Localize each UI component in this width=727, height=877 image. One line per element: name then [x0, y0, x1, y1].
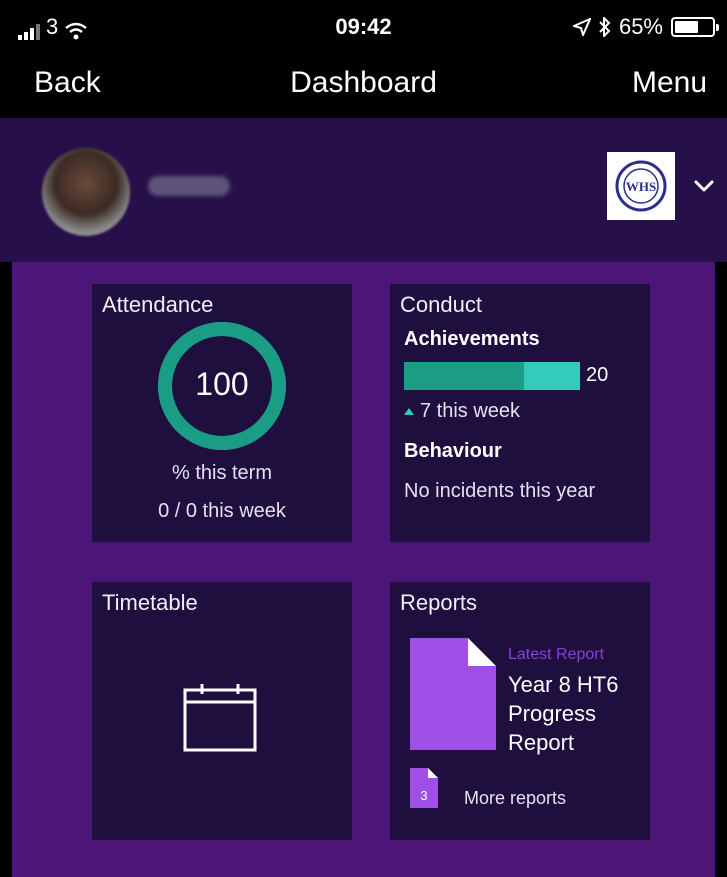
- latest-report-label: Latest Report: [508, 646, 605, 663]
- up-arrow-icon: [404, 408, 414, 415]
- attendance-term-label: % this term: [171, 462, 273, 484]
- battery-icon: [671, 17, 719, 37]
- achievements-week: 7 this week: [404, 400, 520, 423]
- timetable-card[interactable]: Timetable: [92, 582, 352, 840]
- attendance-title: Attendance: [102, 292, 214, 317]
- behaviour-text: No incidents this year: [404, 480, 596, 502]
- reports-card[interactable]: Reports Latest Report Year 8 HT6 Progres…: [390, 582, 650, 840]
- menu-button[interactable]: Menu: [632, 66, 707, 100]
- location-icon: [572, 18, 591, 36]
- achievements-bar: [404, 362, 580, 390]
- dashboard-grid: Attendance 100 % this term 0 / 0 this we…: [12, 262, 715, 877]
- school-crest-icon: WHS: [615, 160, 667, 212]
- more-reports-link[interactable]: More reports: [464, 788, 566, 809]
- reports-title: Reports: [400, 590, 478, 615]
- bluetooth-icon: [599, 17, 611, 37]
- achievements-bar-earlier: [404, 362, 524, 390]
- calendar-icon: [183, 684, 257, 752]
- chevron-down-icon[interactable]: [692, 178, 716, 194]
- school-logo[interactable]: WHS: [607, 152, 675, 220]
- student-name: •••••: [148, 176, 230, 196]
- more-reports-count: 3: [420, 788, 428, 803]
- conduct-title: Conduct: [400, 292, 482, 317]
- latest-report-title[interactable]: Year 8 HT6 Progress Report: [508, 670, 648, 757]
- attendance-value: 100: [195, 366, 249, 402]
- behaviour-heading: Behaviour: [404, 440, 502, 462]
- attendance-card[interactable]: Attendance 100 % this term 0 / 0 this we…: [92, 284, 352, 542]
- back-button[interactable]: Back: [34, 66, 101, 100]
- achievements-bar-this-week: [524, 362, 580, 390]
- conduct-card[interactable]: Conduct Achievements 20 7 this week Beha…: [390, 284, 650, 542]
- achievements-count: 20: [586, 364, 609, 386]
- achievements-heading: Achievements: [404, 328, 540, 350]
- achievements-week-text: 7 this week: [420, 400, 521, 422]
- status-bar: 3 09:42 65%: [0, 0, 727, 50]
- timetable-title: Timetable: [102, 590, 198, 615]
- document-icon[interactable]: [410, 638, 496, 750]
- attendance-week-label: 0 / 0 this week: [158, 500, 286, 522]
- page-title: Dashboard: [290, 66, 437, 99]
- avatar[interactable]: [42, 148, 130, 236]
- status-right: 65%: [572, 14, 719, 40]
- school-logo-text: WHS: [626, 179, 656, 194]
- battery-percent: 65%: [618, 14, 663, 39]
- navigation-bar: Back Dashboard Menu: [0, 50, 727, 118]
